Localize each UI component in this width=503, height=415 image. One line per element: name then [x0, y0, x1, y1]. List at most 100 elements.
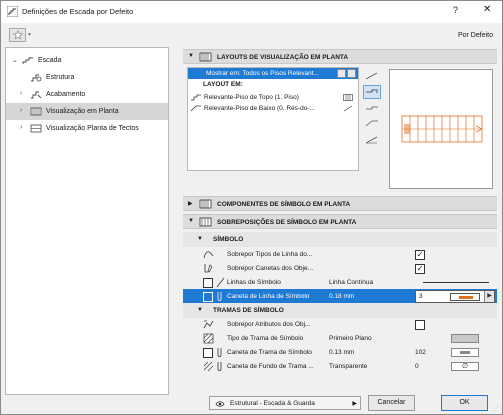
row-hatch-bg-pen[interactable]: Caneta de Fundo de Trama ... Transparent… — [183, 359, 497, 374]
arrow-right-icon: ▶ — [352, 401, 357, 407]
override-fill-attrs-checkbox[interactable] — [415, 320, 425, 330]
default-label: Por Defeito — [457, 32, 493, 39]
stair-app-icon — [7, 6, 18, 17]
layout-row-label: Relevante-Piso de Topo (1. Piso) — [204, 94, 299, 101]
stair-outline-icon — [365, 72, 378, 80]
arrow-right-icon[interactable]: ▶ — [484, 291, 494, 302]
collapse-arrow-icon[interactable]: ▼ — [197, 236, 203, 242]
pen-number-value: 3 — [419, 293, 423, 300]
tree-item-label: Escada — [38, 57, 62, 64]
tree-item-acabamento[interactable]: › Acabamento — [6, 86, 168, 103]
layout-type-button-4[interactable] — [363, 117, 381, 131]
row-value: Primeiro Plano — [329, 335, 372, 342]
collapse-arrow-icon[interactable]: ▼ — [188, 218, 194, 224]
row-override-line-types: Sobrepor Tipos de Linha do... ✓ — [183, 247, 497, 262]
hatch-swatch[interactable] — [451, 334, 479, 343]
chevron-right-icon[interactable]: › — [20, 124, 22, 131]
title-bar: Definições de Escada por Defeito ? ✕ — [1, 1, 502, 23]
stair-bottom-icon — [365, 120, 378, 127]
settings-panel: ▼ LAYOUTS DE VISUALIZAÇÃO EM PLANTA Most… — [183, 47, 497, 389]
star-icon — [13, 30, 23, 40]
layout-row-label: Relevante-Piso de Baixo (0. Rés-do-... — [204, 105, 315, 112]
floor-plan-icon — [199, 199, 212, 209]
group-title: SÍMBOLO — [213, 236, 244, 243]
pen-color-bar — [459, 296, 473, 299]
chevron-right-icon[interactable]: › — [20, 107, 22, 114]
pen-weight-bar — [460, 351, 470, 354]
layout-type-button-3[interactable] — [363, 101, 381, 115]
chevron-right-icon[interactable]: › — [20, 90, 22, 97]
pen-number-field[interactable]: 3 ▶ — [415, 290, 495, 303]
override-pens-checkbox[interactable]: ✓ — [415, 264, 425, 274]
window-title: Definições de Escada por Defeito — [22, 7, 134, 16]
stair-bottom-icon — [190, 105, 201, 112]
section-title: LAYOUTS DE VISUALIZAÇÃO EM PLANTA — [217, 54, 349, 61]
group-symbol[interactable]: ▼ SÍMBOLO — [183, 232, 497, 247]
ok-button[interactable]: OK — [441, 395, 488, 411]
line-slash-icon — [216, 277, 225, 288]
row-label: Sobrepor Canetas dos Obje... — [227, 265, 313, 272]
section-title: COMPONENTES DE SÍMBOLO EM PLANTA — [217, 201, 351, 208]
collapse-arrow-icon[interactable]: ▼ — [188, 53, 194, 59]
section-layouts-header[interactable]: ▼ LAYOUTS DE VISUALIZAÇÃO EM PLANTA — [183, 49, 497, 64]
group-hatches[interactable]: ▼ TRAMAS DE SÍMBOLO — [183, 303, 497, 318]
arrow-right-icon[interactable] — [347, 69, 356, 78]
hatch-pen-number: 102 — [415, 349, 426, 356]
section-components-header[interactable]: ▶ COMPONENTES DE SÍMBOLO EM PLANTA — [183, 196, 497, 211]
layout-type-button-1[interactable] — [363, 69, 381, 83]
resize-grip-icon[interactable]: ⋰ — [493, 405, 499, 412]
section-overrides-header[interactable]: ▼ SOBREPOSIÇÕES DE SÍMBOLO EM PLANTA — [183, 214, 497, 229]
layouts-panel: Mostrar em: Todos os Pisos Relevant... L… — [183, 65, 497, 189]
layout-type-button-5[interactable] — [363, 133, 381, 147]
favorite-label: Estrutural - Escada & Guarda — [230, 400, 315, 407]
ceiling-plan-icon — [30, 124, 42, 133]
pen-icon — [217, 348, 222, 357]
symbol-lines-checkbox[interactable] — [203, 278, 213, 288]
layout-row-top[interactable]: Relevante-Piso de Topo (1. Piso) — [188, 92, 358, 103]
collapse-arrow-icon[interactable]: ▼ — [197, 307, 203, 313]
row-label: Sobrepor Tipos de Linha do... — [227, 251, 313, 258]
hatch-pattern-icon — [203, 333, 214, 344]
row-label: Sobrepor Atributos dos Obj... — [227, 321, 311, 328]
tree-item-visualizacao-planta[interactable]: › Visualização em Planta — [6, 103, 168, 120]
layout-type-button-2[interactable] — [363, 85, 381, 99]
hatch-bg-swatch[interactable]: ∅ — [451, 362, 479, 371]
dialog-footer: Estrutural - Escada & Guarda ▶ Cancelar … — [1, 391, 502, 415]
favorites-dropdown-icon[interactable]: ▼ — [27, 32, 32, 38]
chevron-down-icon[interactable]: ⌄ — [12, 56, 18, 64]
layouts-list: Mostrar em: Todos os Pisos Relevant... L… — [187, 67, 359, 171]
cancel-button[interactable]: Cancelar — [368, 395, 415, 411]
pen-icon — [217, 362, 222, 371]
tree-item-escada[interactable]: ⌄ Escada — [6, 52, 168, 69]
favorites-button[interactable] — [9, 28, 26, 42]
favorite-selector[interactable]: Estrutural - Escada & Guarda ▶ — [209, 396, 361, 410]
override-line-types-checkbox[interactable]: ✓ — [415, 250, 425, 260]
line-type-preview — [423, 282, 489, 283]
row-label: Caneta de Fundo de Trama ... — [227, 363, 314, 370]
layout-type-buttons — [363, 69, 385, 149]
show-on-row[interactable]: Mostrar em: Todos os Pisos Relevant... — [188, 68, 358, 79]
hatch-bg-pen-number: 0 — [415, 363, 419, 370]
hatch-pen-swatch[interactable] — [451, 348, 479, 357]
hatch-pen-checkbox[interactable] — [203, 348, 213, 358]
row-hatch-type[interactable]: Tipo de Trama de Símbolo Primeiro Plano — [183, 331, 497, 346]
tree-item-estrutura[interactable]: Estrutura — [6, 69, 168, 86]
close-button[interactable]: ✕ — [483, 4, 491, 15]
eye-icon — [215, 401, 225, 407]
expand-arrow-icon[interactable]: ▶ — [188, 200, 193, 207]
row-override-pens: Sobrepor Canetas dos Obje... ✓ — [183, 261, 497, 276]
stair-section-icon — [343, 105, 353, 112]
row-symbol-lines[interactable]: Linhas de Símbolo Linha Contínua — [183, 275, 497, 290]
fill-override-icon — [203, 320, 214, 329]
row-value: 0.13 mm — [329, 349, 355, 356]
settings-icon[interactable] — [337, 69, 346, 78]
layout-row-bottom[interactable]: Relevante-Piso de Baixo (0. Rés-do-... — [188, 103, 358, 114]
stair-mid-icon — [366, 106, 378, 110]
stair-top-icon — [366, 89, 378, 93]
group-title: TRAMAS DE SÍMBOLO — [213, 307, 284, 314]
row-symbol-line-pen[interactable]: Caneta de Linha de Símbolo 0.18 mm 3 ▶ — [183, 289, 497, 304]
help-button[interactable]: ? — [453, 5, 458, 15]
symbol-line-pen-checkbox[interactable] — [203, 292, 213, 302]
row-hatch-pen[interactable]: Caneta de Trama de Símbolo 0.13 mm 102 — [183, 345, 497, 360]
tree-item-visualizacao-tectos[interactable]: › Visualização Planta de Tectos — [6, 120, 168, 137]
